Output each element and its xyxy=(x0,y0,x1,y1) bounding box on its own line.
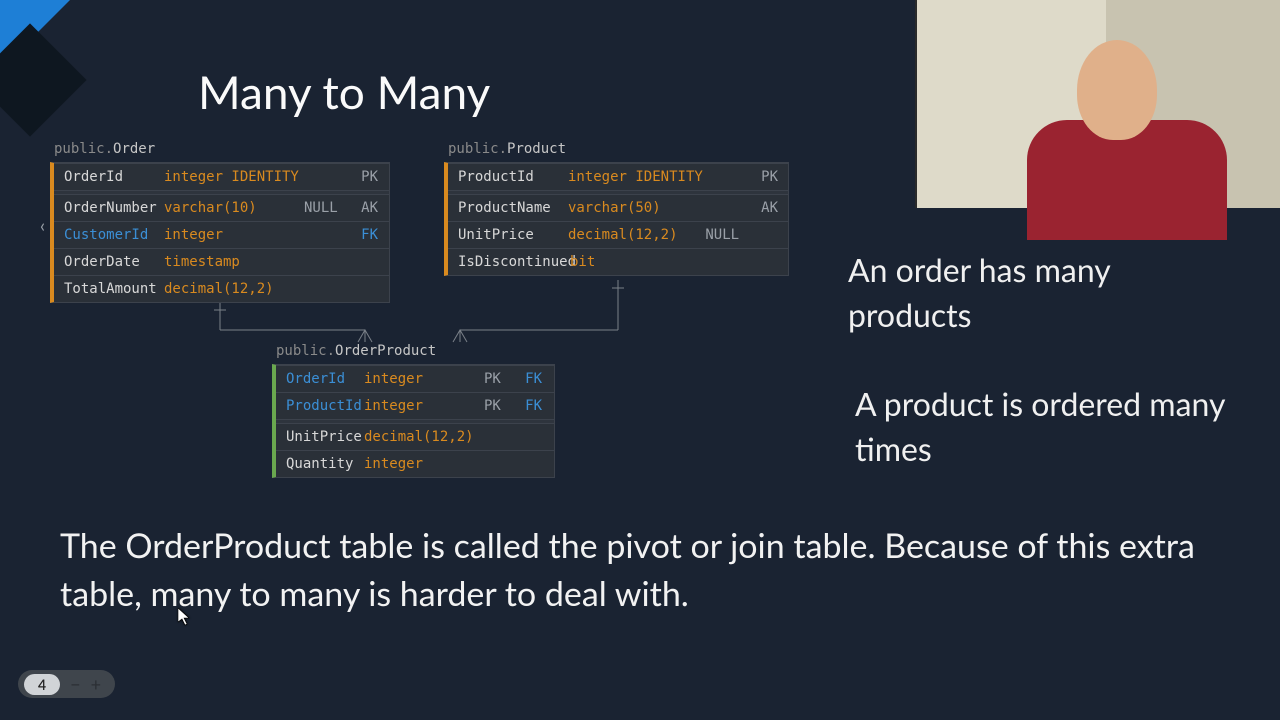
er-table-caption: public.OrderProduct xyxy=(276,343,436,359)
mouse-cursor-icon xyxy=(178,608,190,626)
slide-note-b: A product is ordered many times xyxy=(855,382,1235,472)
webcam-overlay xyxy=(915,0,1280,208)
table-row: ProductId integer PK FK xyxy=(276,392,554,419)
table-row: UnitPrice decimal(12,2) xyxy=(276,423,554,450)
slide-counter[interactable]: 4 − + xyxy=(18,670,115,698)
table-row: OrderId integer IDENTITY PK xyxy=(54,163,389,190)
plus-icon[interactable]: + xyxy=(91,673,101,695)
table-row: OrderDate timestamp xyxy=(54,248,389,275)
table-row: ProductId integer IDENTITY PK xyxy=(448,163,788,190)
table-row: IsDiscontinued bit xyxy=(448,248,788,275)
er-table-caption: public.Order xyxy=(54,141,155,157)
er-table-caption: public.Product xyxy=(448,141,566,157)
slide-title: Many to Many xyxy=(198,64,490,119)
table-row: Quantity integer xyxy=(276,450,554,477)
table-row: ProductName varchar(50) AK xyxy=(448,194,788,221)
table-row: OrderId integer PK FK xyxy=(276,365,554,392)
table-row: UnitPrice decimal(12,2) NULL xyxy=(448,221,788,248)
decorative-corner-shadow xyxy=(0,23,87,136)
table-row: CustomerId integer FK xyxy=(54,221,389,248)
er-table-order: public.Order OrderId integer IDENTITY PK… xyxy=(50,162,390,303)
slide-note-a: An order has many products xyxy=(848,248,1228,338)
er-table-orderproduct: public.OrderProduct OrderId integer PK F… xyxy=(272,364,555,478)
table-row: OrderNumber varchar(10) NULL AK xyxy=(54,194,389,221)
er-table-product: public.Product ProductId integer IDENTIT… xyxy=(444,162,789,276)
minus-icon[interactable]: − xyxy=(70,673,80,695)
chevron-left-icon: ‹ xyxy=(40,214,45,236)
table-row: TotalAmount decimal(12,2) xyxy=(54,275,389,302)
slide-paragraph: The OrderProduct table is called the piv… xyxy=(60,522,1220,617)
slide-number-pill[interactable]: 4 xyxy=(24,674,60,695)
